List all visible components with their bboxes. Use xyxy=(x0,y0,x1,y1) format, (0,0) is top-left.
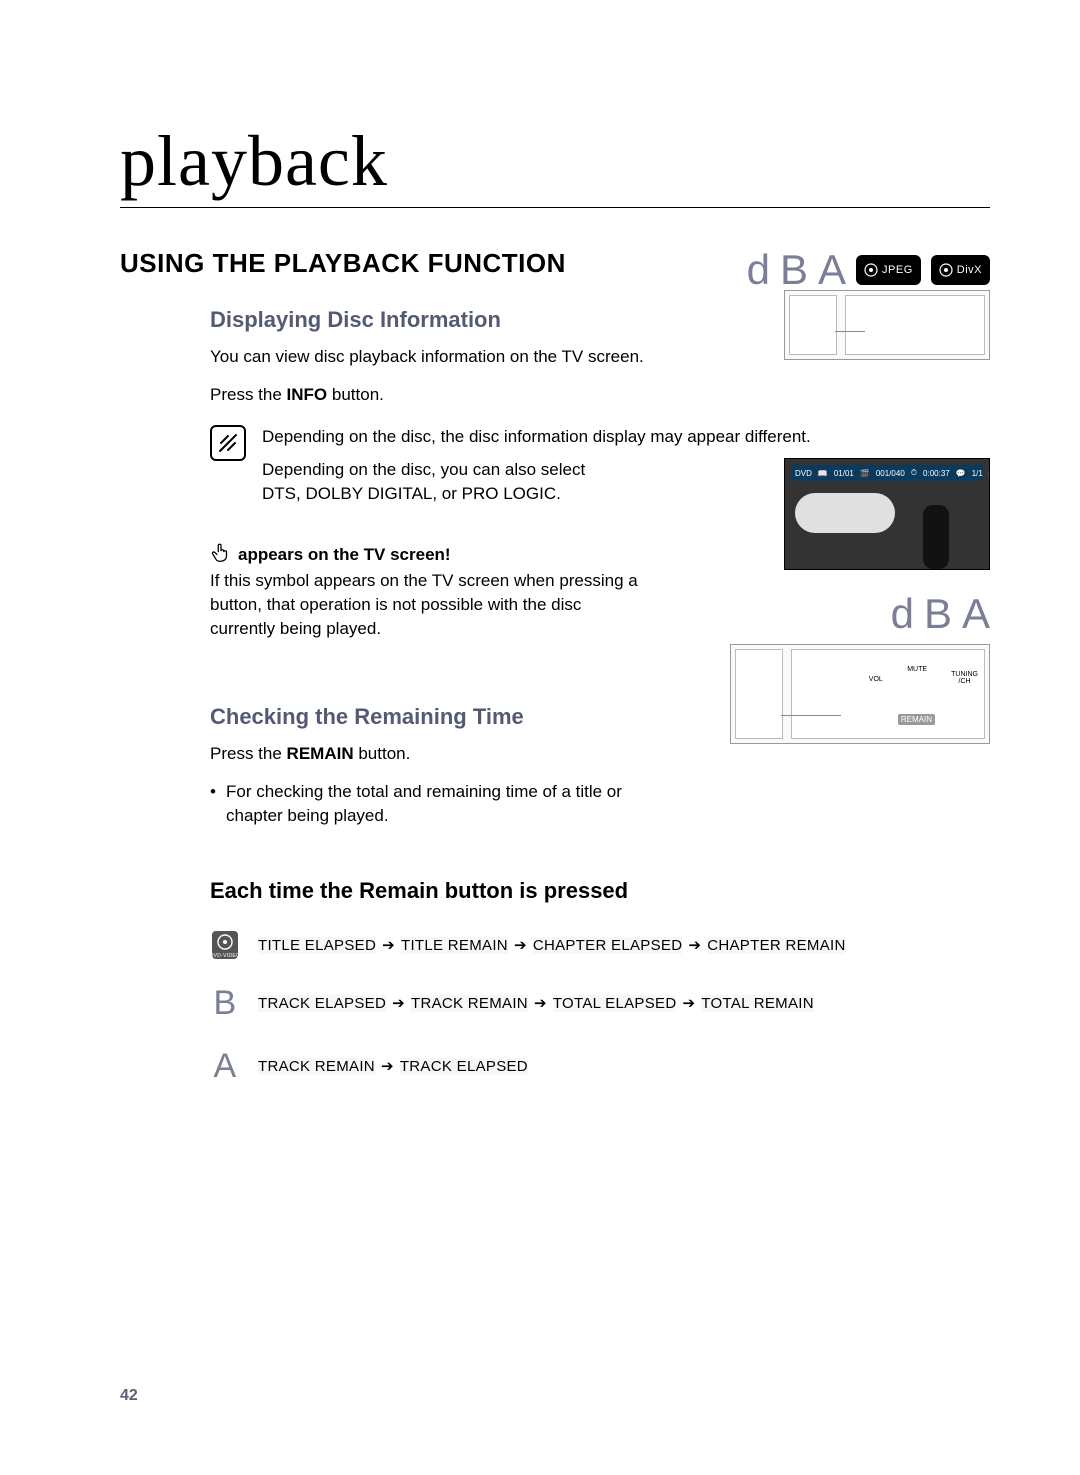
note-line1: Depending on the disc, the disc informat… xyxy=(262,425,811,449)
format-letter-a: A xyxy=(818,246,846,294)
remote-diagram-info xyxy=(784,290,990,360)
disc-icon xyxy=(939,263,953,277)
remain-button-name: REMAIN xyxy=(287,744,354,763)
press-pre: Press the xyxy=(210,385,287,404)
note-line3: DTS, DOLBY DIGITAL, or PRO LOGIC. xyxy=(262,482,811,506)
tv-dvd: DVD xyxy=(795,469,812,478)
remain-bullet-text: For checking the total and remaining tim… xyxy=(226,780,626,828)
seq-row-b: B TRACK ELAPSED➔TRACK REMAIN➔TOTAL ELAPS… xyxy=(210,984,990,1023)
seq-dvd-1: TITLE REMAIN xyxy=(401,937,508,954)
disc-icon xyxy=(864,263,878,277)
seq-row-a: A TRACK REMAIN➔TRACK ELAPSED xyxy=(210,1047,990,1086)
ch-label: /CH xyxy=(959,678,971,685)
dvd-video-icon: DVD-VIDEO xyxy=(210,930,240,960)
each-section: Each time the Remain button is pressed D… xyxy=(210,878,990,1086)
seq-b-3: TOTAL REMAIN xyxy=(701,995,814,1012)
seq-b-text: TRACK ELAPSED➔TRACK REMAIN➔TOTAL ELAPSED… xyxy=(258,994,814,1012)
tv-sub: 1/1 xyxy=(972,469,983,478)
format-letter-b: B xyxy=(780,246,808,294)
seq-b-icon: B xyxy=(210,984,240,1023)
jpeg-label: JPEG xyxy=(882,264,913,276)
tv-warn-heading: appears on the TV screen! xyxy=(210,542,640,565)
format-letter-d: d xyxy=(747,246,770,294)
tv-info-bar: DVD 📖01/01 🎬001/040 ⏱0:00:37 💬1/1 ▶ xyxy=(791,465,983,481)
each-heading: Each time the Remain button is pressed xyxy=(210,878,990,904)
hand-icon xyxy=(210,542,232,564)
jpeg-badge: JPEG xyxy=(856,255,921,285)
note-body: Depending on the disc, the disc informat… xyxy=(262,425,811,506)
divx-label: DivX xyxy=(957,264,982,276)
remain-press: Press the REMAIN button. xyxy=(210,742,990,766)
seq-dvd-2: CHAPTER ELAPSED xyxy=(533,937,683,954)
seq-row-dvd: DVD-VIDEO TITLE ELAPSED➔TITLE REMAIN➔CHA… xyxy=(210,930,990,960)
disc-info-format-icons: d B A JPEG DivX xyxy=(747,246,990,294)
tv-time: 0:00:37 xyxy=(923,469,950,478)
seq-dvd-3: CHAPTER REMAIN xyxy=(707,937,845,954)
tv-warn-text: appears on the TV screen! xyxy=(238,545,451,564)
seq-a-1: TRACK ELAPSED xyxy=(400,1058,528,1075)
tv-title: 01/01 xyxy=(834,469,854,478)
format-letter-d: d xyxy=(891,590,914,638)
seq-a-text: TRACK REMAIN➔TRACK ELAPSED xyxy=(258,1057,528,1075)
format-letter-a: A xyxy=(962,590,990,638)
page: playback USING THE PLAYBACK FUNCTION d B… xyxy=(0,0,1080,1475)
remain-bullet: • For checking the total and remaining t… xyxy=(210,780,990,828)
remain-button-label: REMAIN xyxy=(898,714,935,725)
disc-info-press: Press the INFO button. xyxy=(210,383,990,407)
note-icon xyxy=(210,425,246,461)
seq-b-0: TRACK ELAPSED xyxy=(258,995,386,1012)
mute-label: MUTE xyxy=(907,666,927,673)
seq-b-2: TOTAL ELAPSED xyxy=(553,995,677,1012)
remain-format-icons: d B A xyxy=(891,590,990,638)
seq-a-icon: A xyxy=(210,1047,240,1086)
chapter-title: playback xyxy=(120,120,990,208)
press-pre: Press the xyxy=(210,744,287,763)
page-number: 42 xyxy=(120,1387,138,1405)
seq-a-0: TRACK REMAIN xyxy=(258,1058,375,1075)
tv-chap: 001/040 xyxy=(876,469,905,478)
format-letter-b: B xyxy=(924,590,952,638)
press-post: button. xyxy=(327,385,384,404)
info-button-name: INFO xyxy=(287,385,328,404)
svg-text:DVD-VIDEO: DVD-VIDEO xyxy=(211,953,239,959)
press-post: button. xyxy=(354,744,411,763)
note-line2: Depending on the disc, you can also sele… xyxy=(262,458,811,482)
divx-badge: DivX xyxy=(931,255,990,285)
seq-dvd-text: TITLE ELAPSED➔TITLE REMAIN➔CHAPTER ELAPS… xyxy=(258,936,846,954)
tuning-label: TUNING xyxy=(951,671,978,678)
remote-diagram-remain: VOL MUTE TUNING /CH REMAIN xyxy=(730,644,990,744)
seq-dvd-0: TITLE ELAPSED xyxy=(258,937,376,954)
seq-b-1: TRACK REMAIN xyxy=(411,995,528,1012)
tv-screenshot: DVD 📖01/01 🎬001/040 ⏱0:00:37 💬1/1 ▶ xyxy=(784,458,990,570)
vol-label: VOL xyxy=(869,676,883,683)
tv-warn-body: If this symbol appears on the TV screen … xyxy=(210,569,640,640)
